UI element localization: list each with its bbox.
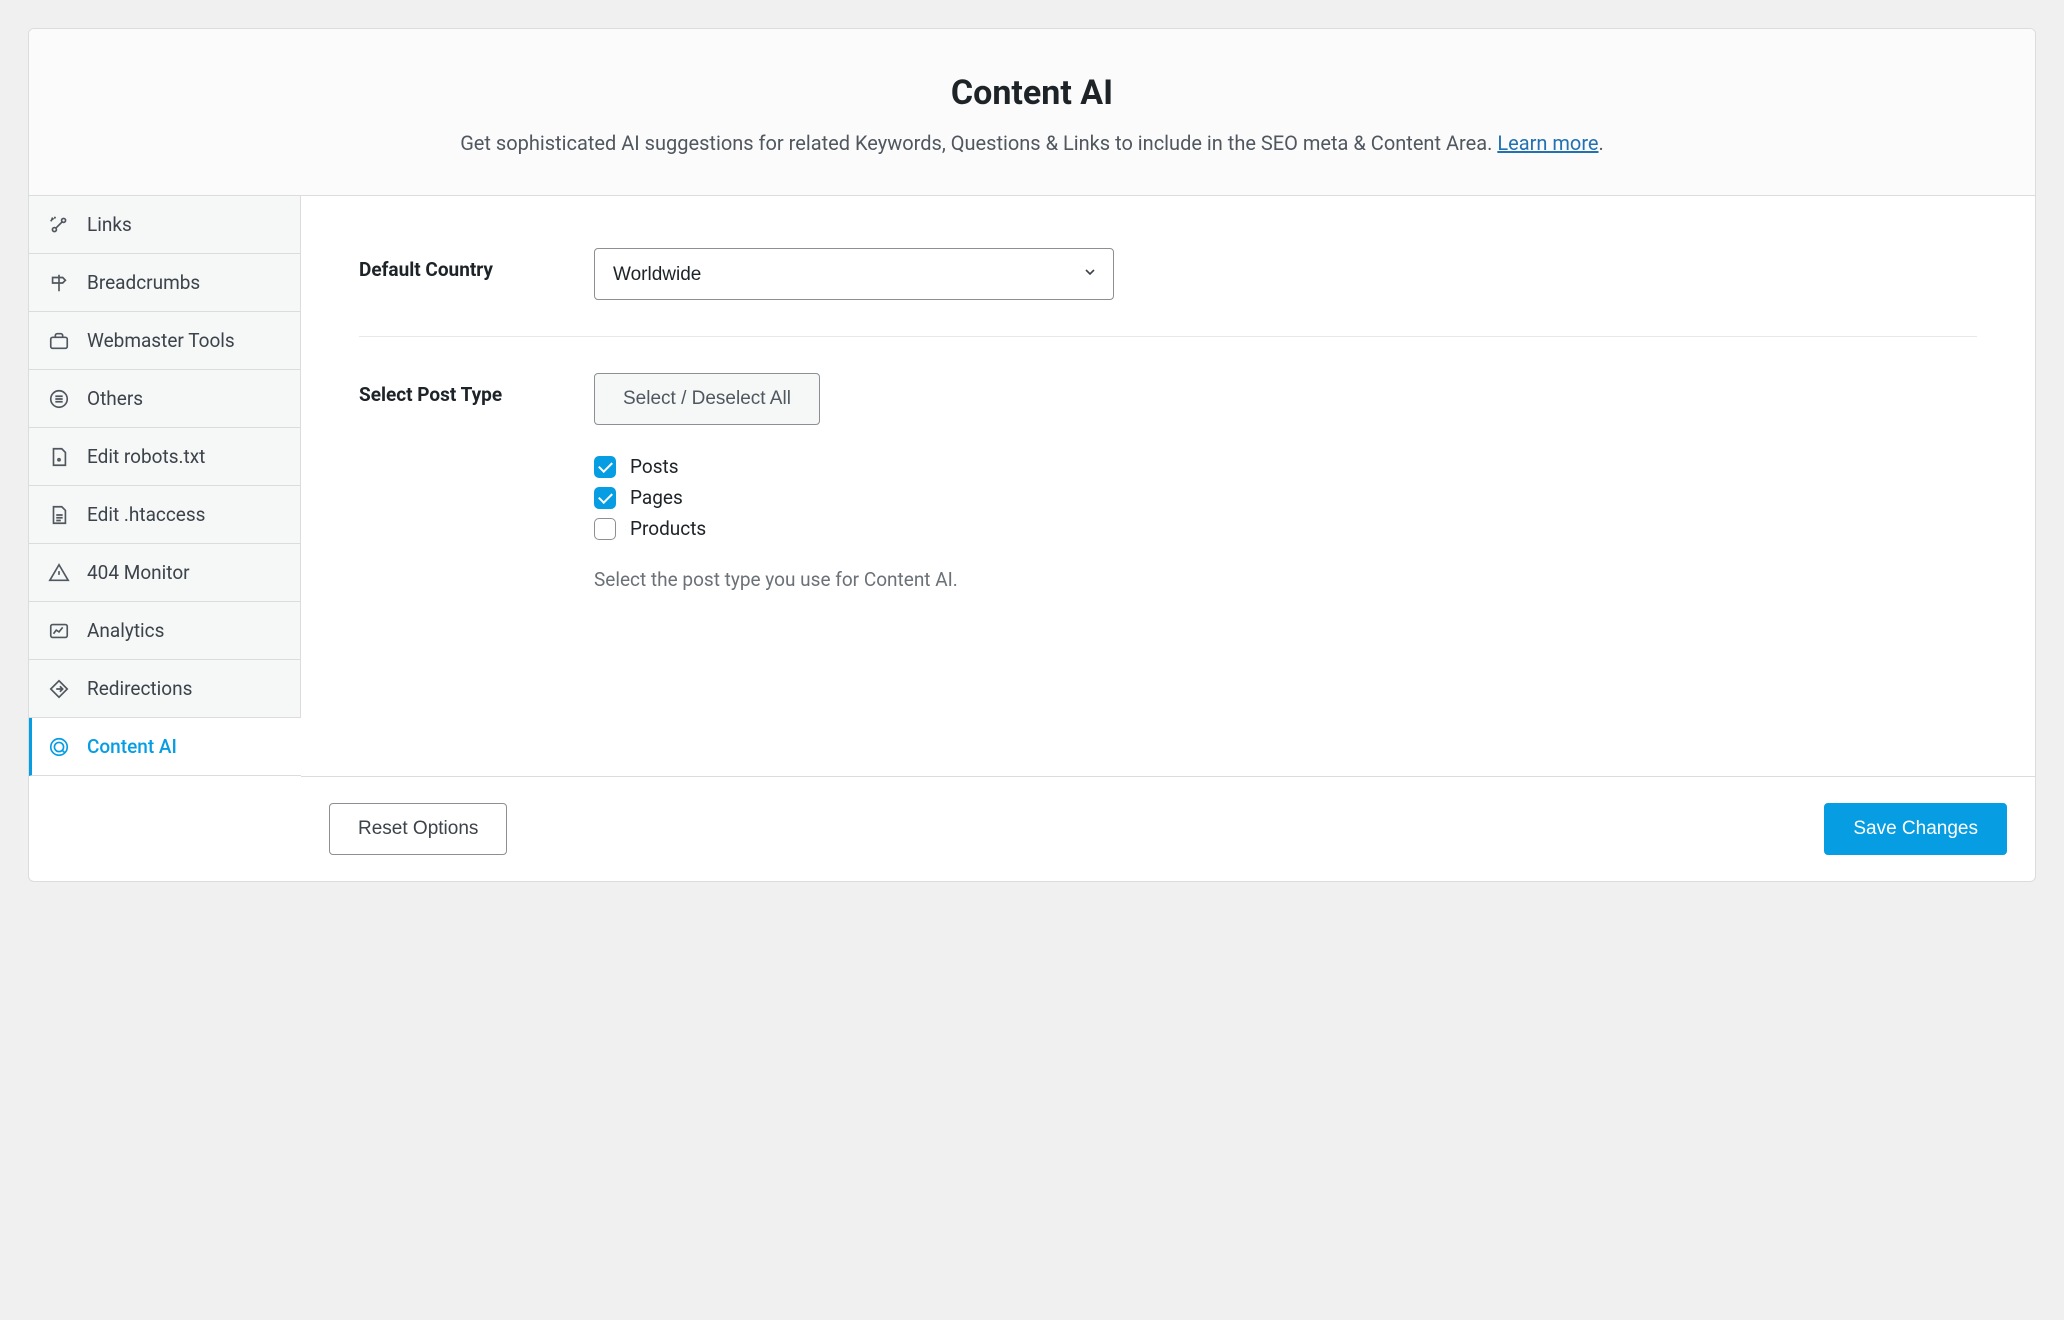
- checkbox-pages[interactable]: [594, 487, 616, 509]
- post-type-checklist: Posts Pages Products: [594, 455, 1977, 540]
- target-icon: [47, 735, 71, 759]
- sidebar-item-label: Webmaster Tools: [87, 329, 235, 352]
- sidebar-item-label: Breadcrumbs: [87, 271, 200, 294]
- check-item-posts[interactable]: Posts: [594, 455, 1977, 478]
- sidebar-item-breadcrumbs[interactable]: Breadcrumbs: [29, 254, 300, 312]
- panel-body: Links Breadcrumbs Webmaster Tools Others: [29, 196, 2035, 776]
- signpost-icon: [47, 271, 71, 295]
- settings-sidebar: Links Breadcrumbs Webmaster Tools Others: [29, 196, 301, 776]
- checkbox-label: Posts: [630, 455, 679, 478]
- country-select[interactable]: Worldwide: [594, 248, 1114, 300]
- sidebar-item-label: Analytics: [87, 619, 164, 642]
- file-lines-icon: [47, 503, 71, 527]
- main-content: Default Country Worldwide Select Post Ty…: [301, 196, 2035, 776]
- sidebar-item-redirections[interactable]: Redirections: [29, 660, 300, 718]
- links-icon: [47, 213, 71, 237]
- save-changes-button[interactable]: Save Changes: [1824, 803, 2007, 855]
- post-type-help: Select the post type you use for Content…: [594, 568, 1977, 591]
- row-default-country: Default Country Worldwide: [359, 248, 1977, 337]
- sidebar-item-links[interactable]: Links: [29, 196, 300, 254]
- chart-icon: [47, 619, 71, 643]
- file-robot-icon: [47, 445, 71, 469]
- label-default-country: Default Country: [359, 248, 594, 281]
- period: .: [1599, 131, 1604, 155]
- list-circle-icon: [47, 387, 71, 411]
- control-default-country: Worldwide: [594, 248, 1977, 300]
- sidebar-item-content-ai[interactable]: Content AI: [29, 718, 301, 776]
- row-post-type: Select Post Type Select / Deselect All P…: [359, 373, 1977, 627]
- description-text: Get sophisticated AI suggestions for rel…: [460, 131, 1497, 155]
- warning-icon: [47, 561, 71, 585]
- sidebar-item-webmaster-tools[interactable]: Webmaster Tools: [29, 312, 300, 370]
- sidebar-item-label: Links: [87, 213, 132, 236]
- checkbox-products[interactable]: [594, 518, 616, 540]
- country-select-wrap: Worldwide: [594, 248, 1114, 300]
- control-post-type: Select / Deselect All Posts Pages Pr: [594, 373, 1977, 591]
- checkbox-label: Pages: [630, 486, 683, 509]
- page-title: Content AI: [69, 73, 1995, 113]
- sidebar-item-label: Redirections: [87, 677, 192, 700]
- sidebar-item-label: Edit .htaccess: [87, 503, 206, 526]
- check-item-products[interactable]: Products: [594, 517, 1977, 540]
- check-item-pages[interactable]: Pages: [594, 486, 1977, 509]
- sidebar-item-label: Content AI: [87, 735, 177, 758]
- redirect-icon: [47, 677, 71, 701]
- select-deselect-all-button[interactable]: Select / Deselect All: [594, 373, 820, 425]
- sidebar-item-analytics[interactable]: Analytics: [29, 602, 300, 660]
- sidebar-item-edit-robots[interactable]: Edit robots.txt: [29, 428, 300, 486]
- sidebar-item-others[interactable]: Others: [29, 370, 300, 428]
- checkbox-posts[interactable]: [594, 456, 616, 478]
- settings-panel: Content AI Get sophisticated AI suggesti…: [28, 28, 2036, 882]
- panel-header: Content AI Get sophisticated AI suggesti…: [29, 29, 2035, 196]
- sidebar-item-edit-htaccess[interactable]: Edit .htaccess: [29, 486, 300, 544]
- sidebar-item-404-monitor[interactable]: 404 Monitor: [29, 544, 300, 602]
- panel-footer: Reset Options Save Changes: [301, 776, 2035, 881]
- checkbox-label: Products: [630, 517, 706, 540]
- reset-options-button[interactable]: Reset Options: [329, 803, 507, 855]
- sidebar-item-label: 404 Monitor: [87, 561, 190, 584]
- sidebar-item-label: Edit robots.txt: [87, 445, 205, 468]
- briefcase-icon: [47, 329, 71, 353]
- sidebar-item-label: Others: [87, 387, 143, 410]
- page-description: Get sophisticated AI suggestions for rel…: [69, 131, 1995, 155]
- learn-more-link[interactable]: Learn more: [1497, 131, 1598, 155]
- label-post-type: Select Post Type: [359, 373, 594, 406]
